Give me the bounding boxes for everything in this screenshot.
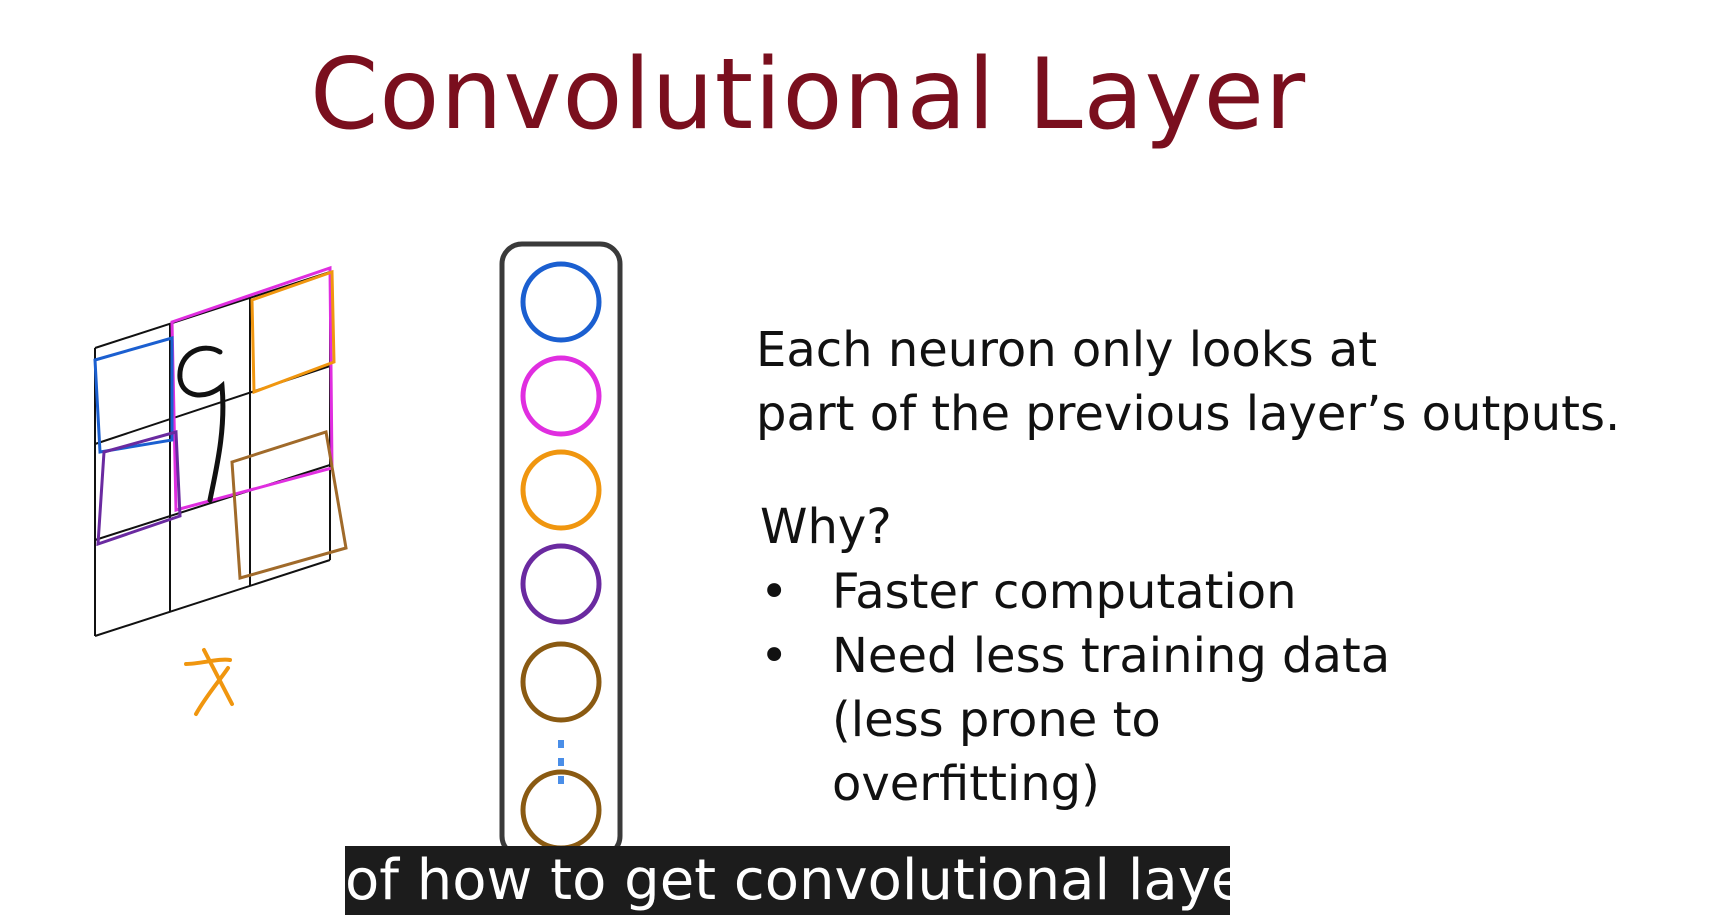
video-caption: of how to get convolutional layers [345,846,1230,915]
neuron-ellipsis [558,740,564,784]
neuron-circle [520,355,602,437]
bullet-marker: • [760,628,789,684]
description-line: part of the previous layer’s outputs. [756,386,1621,442]
why-heading: Why? [760,499,892,555]
input-x-label [184,648,234,716]
patch-purple [96,430,182,547]
input-grid [94,271,331,637]
bullet-item: • Faster computation [760,560,1390,624]
neuron-circle [520,261,602,343]
bullet-marker: • [760,564,789,620]
neuron-circle [520,641,602,723]
description-text: Each neuron only looks at part of the pr… [756,318,1620,446]
neuron-circle [520,543,602,625]
bullet-item: • Need less training data (less prone to… [760,624,1390,816]
bullet-list: • Faster computation • Need less trainin… [760,560,1390,816]
neuron-circle [520,449,602,531]
digit-nine-stroke [177,345,226,503]
bullet-text: (less prone to [832,692,1161,748]
bullet-text: Faster computation [832,564,1297,620]
bullet-text: overfitting) [832,756,1100,812]
digit-nine-label: 9 [0,0,1,1]
description-line: Each neuron only looks at [756,322,1378,378]
bullet-text: Need less training data [832,628,1391,684]
